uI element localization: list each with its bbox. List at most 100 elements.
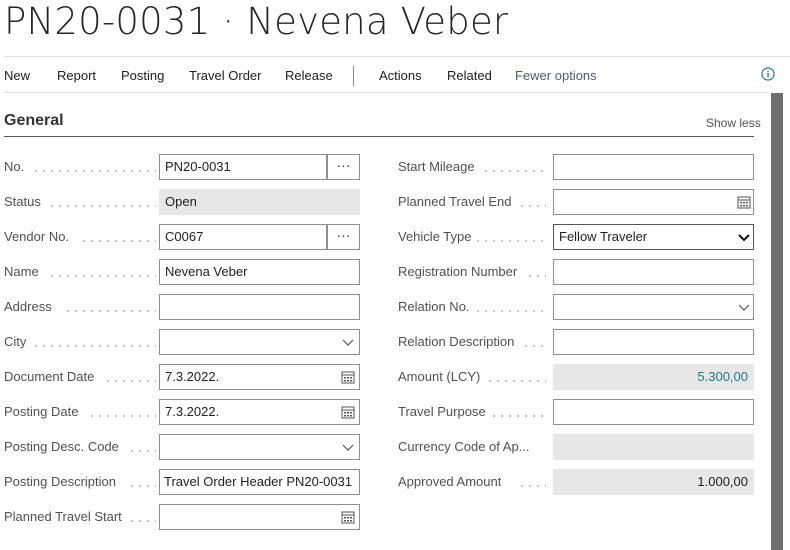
field-planned-travel-end: Planned Travel End <box>398 189 758 215</box>
action-release[interactable]: Release <box>285 68 333 83</box>
amount-lcy-value[interactable]: 5.300,00 <box>553 364 754 390</box>
field-label: Vendor No. <box>4 229 70 244</box>
field-label: Relation Description <box>398 334 515 349</box>
field-relation-description: Relation Description <box>398 329 758 355</box>
action-bar-divider <box>4 92 768 93</box>
action-separator <box>353 66 354 86</box>
scrollbar[interactable] <box>771 93 783 550</box>
chevron-down-icon[interactable] <box>737 300 751 314</box>
field-label: Amount (LCY) <box>398 369 481 384</box>
calendar-icon[interactable] <box>341 370 355 384</box>
field-label: Approved Amount <box>398 474 502 489</box>
calendar-icon[interactable] <box>341 510 355 524</box>
title-divider <box>4 56 790 57</box>
label-dots <box>80 240 156 242</box>
planned-travel-start-input[interactable] <box>159 504 360 530</box>
vendor-no-lookup-button[interactable]: ··· <box>327 224 360 250</box>
field-amount-lcy: Amount (LCY) 5.300,00 <box>398 364 758 390</box>
label-dots <box>474 240 546 242</box>
field-start-mileage: Start Mileage <box>398 154 758 180</box>
approved-amount-value: 1.000,00 <box>553 469 754 495</box>
label-dots <box>522 345 546 347</box>
label-dots <box>474 310 546 312</box>
field-label: Currency Code of Ap... <box>398 439 530 454</box>
field-registration-number: Registration Number <box>398 259 758 285</box>
chevron-down-icon[interactable] <box>737 230 751 244</box>
field-label: Planned Travel End <box>398 194 512 209</box>
section-title-general: General <box>4 112 64 129</box>
info-icon[interactable] <box>761 67 775 81</box>
planned-travel-end-input[interactable] <box>553 189 754 215</box>
label-dots <box>518 485 546 487</box>
field-vehicle-type: Vehicle Type Fellow Traveler <box>398 224 758 250</box>
chevron-down-icon[interactable] <box>341 335 355 349</box>
label-dots <box>88 415 156 417</box>
no-input[interactable]: PN20-0031 <box>159 154 327 180</box>
field-relation-no: Relation No. <box>398 294 758 320</box>
status-value: Open <box>159 189 360 215</box>
show-less-link[interactable]: Show less <box>706 116 761 130</box>
action-posting[interactable]: Posting <box>121 68 164 83</box>
label-dots <box>490 415 546 417</box>
city-select[interactable] <box>159 329 360 355</box>
field-label: Status <box>4 194 41 209</box>
label-dots <box>104 380 156 382</box>
vehicle-type-select[interactable]: Fellow Traveler <box>553 224 754 250</box>
action-related[interactable]: Related <box>447 68 492 83</box>
page-title: PN20-0031 · Nevena Veber <box>4 0 509 43</box>
field-posting-date: Posting Date 7.3.2022. <box>4 399 364 425</box>
action-fewer-options[interactable]: Fewer options <box>515 68 597 83</box>
vendor-no-input[interactable]: C0067 <box>159 224 327 250</box>
travel-purpose-input[interactable] <box>553 399 754 425</box>
relation-description-input[interactable] <box>553 329 754 355</box>
label-dots <box>486 380 546 382</box>
calendar-icon[interactable] <box>737 195 751 209</box>
field-label: Document Date <box>4 369 95 384</box>
label-dots <box>48 205 156 207</box>
field-label: Registration Number <box>398 264 518 279</box>
label-dots <box>128 520 156 522</box>
posting-desc-code-select[interactable] <box>159 434 360 460</box>
label-dots <box>518 205 546 207</box>
field-posting-description: Posting Description Travel Order Header … <box>4 469 364 495</box>
label-dots <box>128 485 156 487</box>
label-dots <box>48 275 156 277</box>
section-divider <box>4 136 754 137</box>
address-input[interactable] <box>159 294 360 320</box>
action-travel-order[interactable]: Travel Order <box>189 68 261 83</box>
document-date-input[interactable]: 7.3.2022. <box>159 364 360 390</box>
field-label: Planned Travel Start <box>4 509 122 524</box>
field-label: Travel Purpose <box>398 404 486 419</box>
registration-number-input[interactable] <box>553 259 754 285</box>
start-mileage-input[interactable] <box>553 154 754 180</box>
field-currency-code: Currency Code of Ap... <box>398 434 758 460</box>
posting-date-input[interactable]: 7.3.2022. <box>159 399 360 425</box>
action-new[interactable]: New <box>4 68 30 83</box>
field-travel-purpose: Travel Purpose <box>398 399 758 425</box>
label-dots <box>32 170 156 172</box>
posting-description-input[interactable]: Travel Order Header PN20-0031 <box>159 469 360 495</box>
action-report[interactable]: Report <box>57 68 96 83</box>
field-status: Status Open <box>4 189 364 215</box>
field-no: No. PN20-0031 ··· <box>4 154 364 180</box>
field-label: Vehicle Type <box>398 229 472 244</box>
field-vendor-no: Vendor No. C0067 ··· <box>4 224 364 250</box>
field-label: Address <box>4 299 52 314</box>
field-label: Name <box>4 264 39 279</box>
relation-no-select[interactable] <box>553 294 754 320</box>
currency-code-value <box>553 434 754 460</box>
chevron-down-icon[interactable] <box>341 440 355 454</box>
field-planned-travel-start: Planned Travel Start <box>4 504 364 530</box>
field-label: Start Mileage <box>398 159 475 174</box>
no-lookup-button[interactable]: ··· <box>327 154 360 180</box>
field-posting-desc-code: Posting Desc. Code <box>4 434 364 460</box>
field-label: Posting Date <box>4 404 79 419</box>
label-dots <box>482 170 546 172</box>
action-bar: New Report Posting Travel Order Release … <box>0 62 790 90</box>
name-input[interactable]: Nevena Veber <box>159 259 360 285</box>
label-dots <box>64 310 156 312</box>
field-label: Posting Description <box>4 474 116 489</box>
action-actions[interactable]: Actions <box>379 68 422 83</box>
field-name: Name Nevena Veber <box>4 259 364 285</box>
calendar-icon[interactable] <box>341 405 355 419</box>
